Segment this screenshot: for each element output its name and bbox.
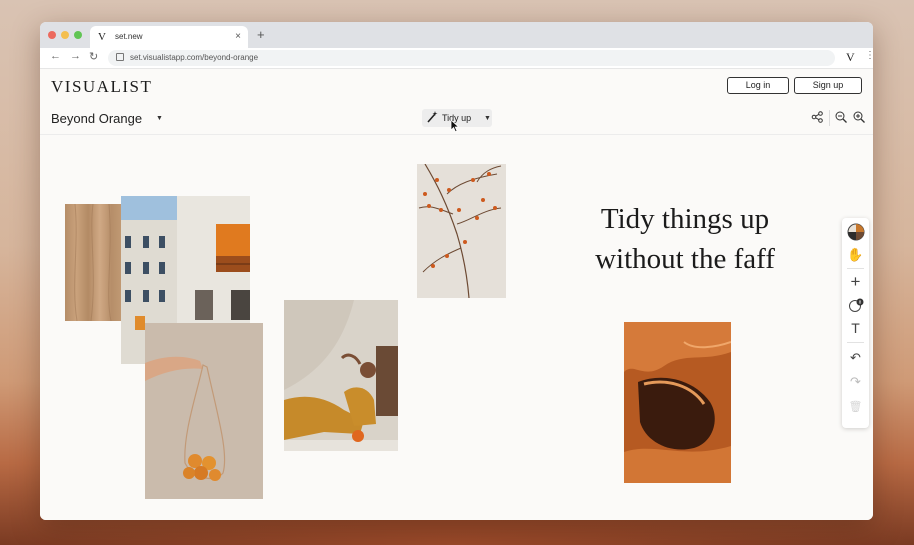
tools-divider	[847, 268, 864, 269]
minimize-window-button[interactable]	[61, 31, 69, 39]
tools-divider	[847, 342, 864, 343]
browser-menu-icon[interactable]: ⋮	[865, 50, 873, 61]
wood-texture-image[interactable]	[65, 204, 123, 321]
canvas-tools-panel: ✋ + 8 T ↶ ↷ 🗑	[842, 218, 869, 428]
reload-icon[interactable]: ↻	[89, 50, 98, 63]
zoom-in-icon[interactable]	[853, 111, 865, 126]
tab-bar: V set.new × +	[40, 22, 873, 48]
address-bar[interactable]: set.visualistapp.com/beyond-orange	[108, 50, 835, 66]
headline-line-1: Tidy things up	[600, 203, 770, 235]
mouse-pointer-icon	[450, 119, 460, 138]
url-text: set.visualistapp.com/beyond-orange	[130, 53, 259, 62]
zoom-window-button[interactable]	[74, 31, 82, 39]
board-title: Beyond Orange	[51, 111, 143, 126]
tab-title: set.new	[115, 32, 143, 41]
zoom-out-icon[interactable]	[835, 111, 847, 126]
canvas-headline[interactable]: Tidy things up without the faff	[555, 199, 815, 279]
redo-icon[interactable]: ↷	[842, 374, 869, 390]
delete-icon[interactable]: 🗑	[842, 400, 869, 413]
back-icon[interactable]: ←	[50, 50, 61, 62]
new-tab-button[interactable]: +	[257, 27, 265, 42]
color-swatch-icon[interactable]	[842, 223, 869, 244]
comment-icon[interactable]: 8	[842, 298, 869, 317]
share-icon[interactable]	[811, 111, 823, 126]
headline-line-2: without the faff	[595, 243, 775, 275]
net-bag-oranges-image[interactable]	[145, 323, 263, 499]
forward-icon[interactable]: →	[70, 50, 81, 62]
close-window-button[interactable]	[48, 31, 56, 39]
login-button[interactable]: Log in	[727, 77, 789, 94]
undo-icon[interactable]: ↶	[842, 350, 869, 366]
browser-tab[interactable]: V set.new ×	[90, 26, 248, 48]
woman-reclining-image[interactable]	[284, 300, 398, 451]
chevron-down-icon: ▼	[156, 115, 163, 122]
browser-toolbar: ← → ↻ set.visualistapp.com/beyond-orange…	[40, 48, 873, 69]
text-tool-icon[interactable]: T	[842, 320, 869, 336]
desert-rock-image[interactable]	[624, 322, 731, 483]
visualist-extension-icon[interactable]: V	[846, 50, 855, 65]
visualist-favicon-icon: V	[98, 31, 106, 43]
visualist-logo[interactable]: VISUALIST	[51, 77, 152, 97]
branch-berries-image[interactable]	[417, 164, 506, 298]
header-divider	[829, 110, 830, 126]
browser-window: V set.new × + ← → ↻ set.visualistapp.com…	[40, 22, 873, 520]
signup-button[interactable]: Sign up	[794, 77, 862, 94]
hand-pan-icon[interactable]: ✋	[842, 247, 869, 263]
add-icon[interactable]: +	[842, 272, 869, 292]
tidy-options-chevron-icon[interactable]: ▼	[484, 115, 491, 122]
wand-icon	[427, 111, 438, 126]
lock-icon	[116, 53, 124, 61]
close-tab-icon[interactable]: ×	[235, 31, 241, 42]
